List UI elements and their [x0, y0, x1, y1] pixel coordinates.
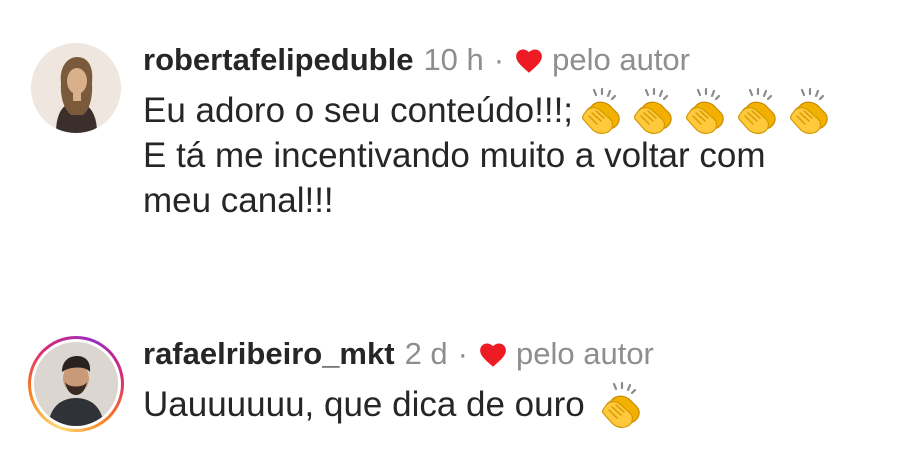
timestamp: 2 d [404, 336, 448, 371]
username[interactable]: robertafelipeduble [143, 42, 413, 78]
comment-line: E tá me incentivando muito a voltar com [143, 136, 766, 175]
comment-line: meu canal!!! [143, 181, 334, 220]
comment-text: Eu adoro o seu conteúdo!!!; E tá me ince… [143, 88, 903, 223]
avatar[interactable] [28, 40, 124, 136]
profile-photo [34, 342, 118, 426]
liked-by-author-label: pelo autor [552, 42, 690, 77]
comment-header: robertafelipeduble 10 h · pelo autor [143, 42, 690, 78]
username[interactable]: rafaelribeiro_mkt [143, 336, 395, 372]
avatar-story-ring[interactable] [28, 336, 124, 432]
liked-by-author-label: pelo autor [516, 336, 654, 371]
clapping-hands-emoji-icon [785, 87, 833, 135]
clapping-hands-emoji-icon [597, 381, 645, 429]
heart-icon [516, 48, 542, 73]
clapping-hands-emoji-icon [681, 87, 729, 135]
comment-header: rafaelribeiro_mkt 2 d · pelo autor [143, 336, 654, 372]
profile-photo [31, 43, 121, 133]
clapping-hands-emoji-icon [577, 87, 625, 135]
comment-text: Uauuuuuu, que dica de ouro [143, 382, 903, 427]
timestamp: 10 h [423, 42, 484, 77]
comment-line: Uauuuuuu, que dica de ouro [143, 385, 585, 424]
separator: · [493, 42, 505, 77]
comment-line: Eu adoro o seu conteúdo!!!; [143, 91, 574, 130]
clapping-hands-emoji-icon [733, 87, 781, 135]
clapping-hands-emoji-icon [629, 87, 677, 135]
heart-icon [480, 342, 506, 367]
separator: · [457, 336, 468, 371]
